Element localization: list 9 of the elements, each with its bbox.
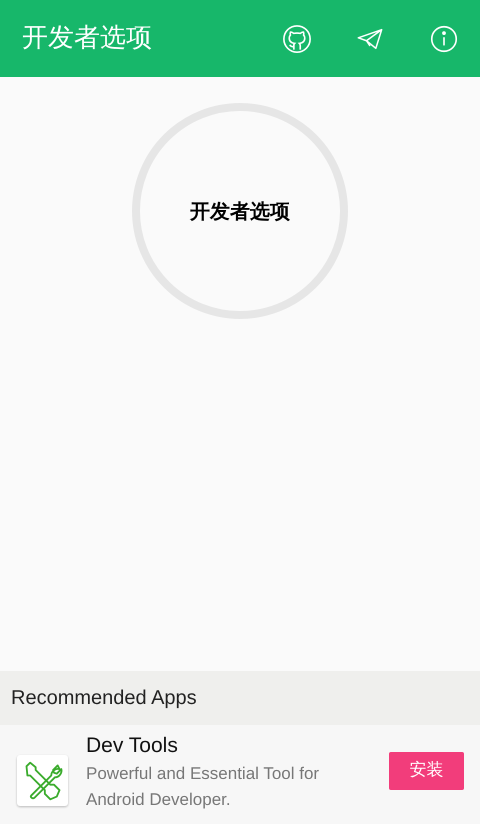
install-button[interactable]: 安装 [389,752,464,790]
wrench-screwdriver-icon [17,755,68,806]
app-description: Powerful and Essential Tool for Android Developer. [86,763,320,811]
center-label: 开发者选项 [190,198,290,225]
app-title: 开发者选项 [22,22,152,55]
info-icon[interactable] [430,24,458,52]
github-icon[interactable] [282,24,312,54]
app-name: Dev Tools [86,733,179,759]
section-title: Recommended Apps [11,686,197,711]
